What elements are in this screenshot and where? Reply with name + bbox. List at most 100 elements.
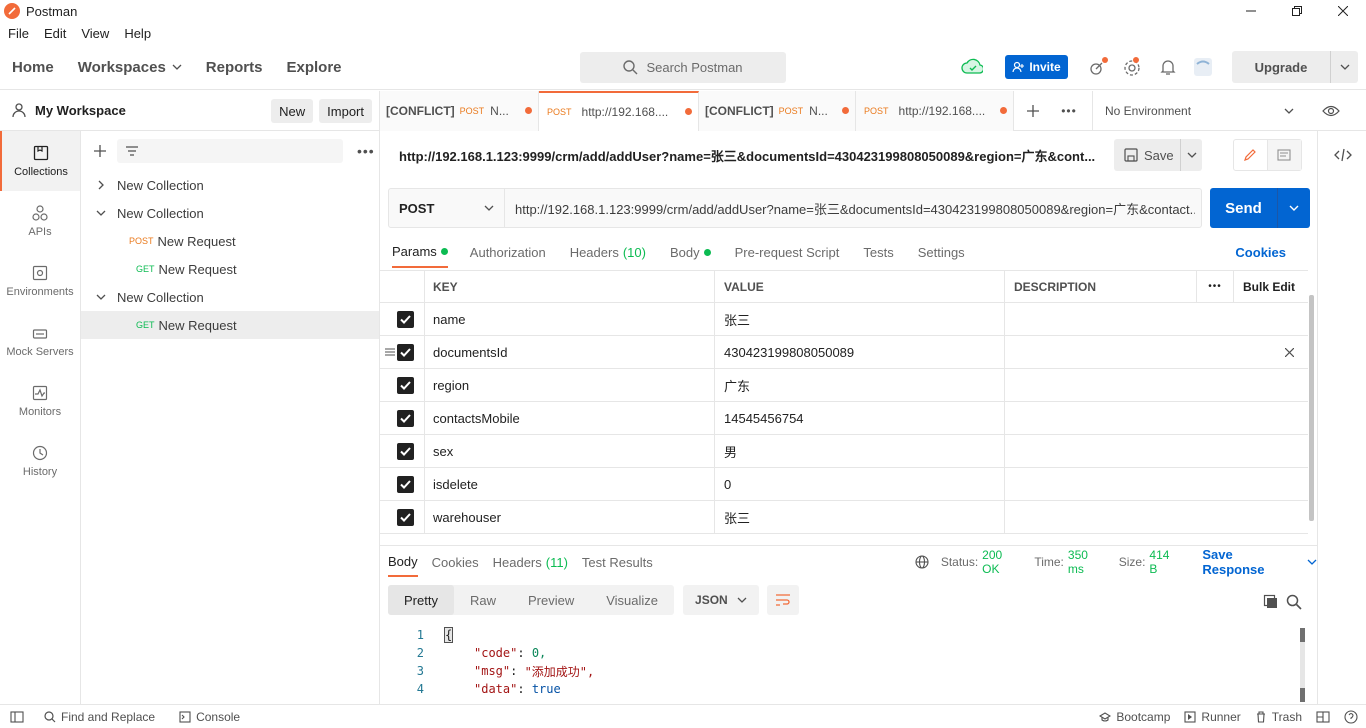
response-tab-cookies[interactable]: Cookies	[432, 547, 479, 577]
param-description[interactable]	[1005, 468, 1308, 500]
row-checkbox[interactable]	[397, 475, 414, 493]
chevron-down-icon[interactable]	[1307, 559, 1317, 565]
url-input[interactable]: http://192.168.1.123:9999/crm/add/addUse…	[515, 199, 1195, 218]
request-tab[interactable]: POST http://192.168....	[856, 90, 1014, 131]
avatar[interactable]	[1192, 56, 1214, 78]
nav-explore[interactable]: Explore	[286, 59, 341, 76]
nav-workspaces[interactable]: Workspaces	[78, 59, 182, 76]
param-value[interactable]: 0	[715, 468, 1005, 500]
nav-reports[interactable]: Reports	[206, 59, 263, 76]
rail-monitors[interactable]: Monitors	[0, 371, 80, 431]
row-checkbox[interactable]	[397, 442, 414, 460]
row-checkbox[interactable]	[397, 343, 414, 361]
notifications-bell-icon[interactable]	[1157, 56, 1179, 78]
table-row[interactable]: contactsMobile 14545456754	[380, 402, 1308, 435]
edit-pencil-icon[interactable]	[1234, 140, 1268, 170]
request-title[interactable]: http://192.168.1.123:9999/crm/add/addUse…	[399, 146, 1099, 165]
rail-history[interactable]: History	[0, 431, 80, 491]
minimize-button[interactable]	[1228, 0, 1274, 22]
row-checkbox[interactable]	[397, 409, 414, 427]
scroll-thumb[interactable]	[1300, 628, 1305, 642]
tab-headers[interactable]: Headers (10)	[570, 236, 646, 268]
time-value[interactable]: 350 ms	[1068, 548, 1107, 576]
status-value[interactable]: 200 OK	[982, 548, 1022, 576]
filter-input[interactable]	[117, 139, 343, 163]
param-value[interactable]: 张三	[715, 303, 1005, 335]
params-scrollbar[interactable]	[1309, 295, 1314, 521]
cookies-link[interactable]: Cookies	[1235, 245, 1286, 260]
save-button[interactable]: Save	[1114, 148, 1180, 163]
table-row[interactable]: region 广东	[380, 369, 1308, 402]
close-window-button[interactable]	[1320, 0, 1366, 22]
runner-button[interactable]: Runner	[1184, 710, 1241, 724]
param-description[interactable]	[1005, 501, 1308, 533]
sync-cloud-icon[interactable]	[961, 56, 983, 78]
invite-button[interactable]: Invite	[1005, 55, 1068, 79]
more-options-icon[interactable]: •••	[357, 143, 375, 159]
menu-edit[interactable]: Edit	[44, 26, 66, 41]
upgrade-dropdown[interactable]	[1331, 64, 1358, 70]
save-response-button[interactable]: Save Response	[1202, 547, 1297, 577]
import-button[interactable]: Import	[319, 99, 372, 123]
tab-options-icon[interactable]: •••	[1052, 104, 1086, 118]
settings-gear-icon[interactable]	[1121, 56, 1143, 78]
view-visualize[interactable]: Visualize	[590, 585, 674, 615]
satellite-icon[interactable]	[1087, 56, 1109, 78]
new-tab-button[interactable]	[1014, 104, 1052, 118]
collection-item[interactable]: New Collection	[81, 283, 379, 311]
menu-file[interactable]: File	[8, 26, 29, 41]
param-key[interactable]: warehouser	[425, 501, 715, 533]
row-checkbox[interactable]	[397, 376, 414, 394]
view-pretty[interactable]: Pretty	[388, 585, 454, 615]
globe-icon[interactable]	[915, 555, 929, 569]
bulk-edit-button[interactable]: Bulk Edit	[1234, 271, 1308, 302]
restore-button[interactable]	[1274, 0, 1320, 22]
rail-collections[interactable]: Collections	[0, 131, 80, 191]
response-tab-headers[interactable]: Headers (11)	[493, 547, 568, 577]
param-description[interactable]	[1005, 369, 1308, 401]
request-tab-active[interactable]: POST http://192.168....	[539, 90, 699, 131]
console-button[interactable]: Console	[179, 710, 240, 724]
response-scrollbar-track[interactable]	[1300, 628, 1305, 702]
param-key[interactable]: isdelete	[425, 468, 715, 500]
menu-view[interactable]: View	[81, 26, 109, 41]
eye-icon[interactable]	[1322, 105, 1340, 117]
collection-item[interactable]: New Collection	[81, 171, 379, 199]
param-value[interactable]: 张三	[715, 501, 1005, 533]
rail-environments[interactable]: Environments	[0, 251, 80, 311]
param-value[interactable]: 14545456754	[715, 402, 1005, 434]
view-preview[interactable]: Preview	[512, 585, 590, 615]
menu-help[interactable]: Help	[124, 26, 151, 41]
collection-item[interactable]: New Collection	[81, 199, 379, 227]
find-replace-button[interactable]: Find and Replace	[44, 710, 155, 724]
tab-prerequest-script[interactable]: Pre-request Script	[735, 236, 840, 268]
nav-home[interactable]: Home	[12, 59, 54, 76]
table-row[interactable]: sex 男	[380, 435, 1308, 468]
param-value[interactable]: 广东	[715, 369, 1005, 401]
new-button[interactable]: New	[271, 99, 314, 123]
drag-handle-icon[interactable]	[385, 348, 395, 356]
wrap-lines-icon[interactable]	[767, 585, 800, 615]
save-dropdown[interactable]	[1181, 152, 1202, 158]
table-row[interactable]: warehouser 张三	[380, 501, 1308, 534]
add-icon[interactable]	[93, 144, 107, 158]
send-button[interactable]: Send	[1210, 200, 1277, 217]
response-tab-body[interactable]: Body	[388, 547, 418, 577]
param-description[interactable]	[1005, 402, 1308, 434]
table-row[interactable]: name 张三	[380, 303, 1308, 336]
param-description[interactable]	[1005, 303, 1308, 335]
tab-tests[interactable]: Tests	[863, 236, 893, 268]
row-checkbox[interactable]	[397, 310, 414, 328]
search-icon[interactable]	[1286, 594, 1302, 610]
send-dropdown[interactable]	[1278, 205, 1310, 211]
param-description[interactable]	[1005, 336, 1308, 368]
request-item[interactable]: GET New Request	[81, 255, 379, 283]
request-tab[interactable]: [CONFLICT] POST N...	[380, 90, 539, 131]
param-key[interactable]: documentsId	[425, 336, 715, 368]
toggle-sidebar-icon[interactable]	[10, 710, 24, 723]
param-value[interactable]: 男	[715, 435, 1005, 467]
copy-icon[interactable]	[1263, 594, 1279, 610]
param-description[interactable]	[1005, 435, 1308, 467]
rail-apis[interactable]: APIs	[0, 191, 80, 251]
tab-settings[interactable]: Settings	[918, 236, 965, 268]
